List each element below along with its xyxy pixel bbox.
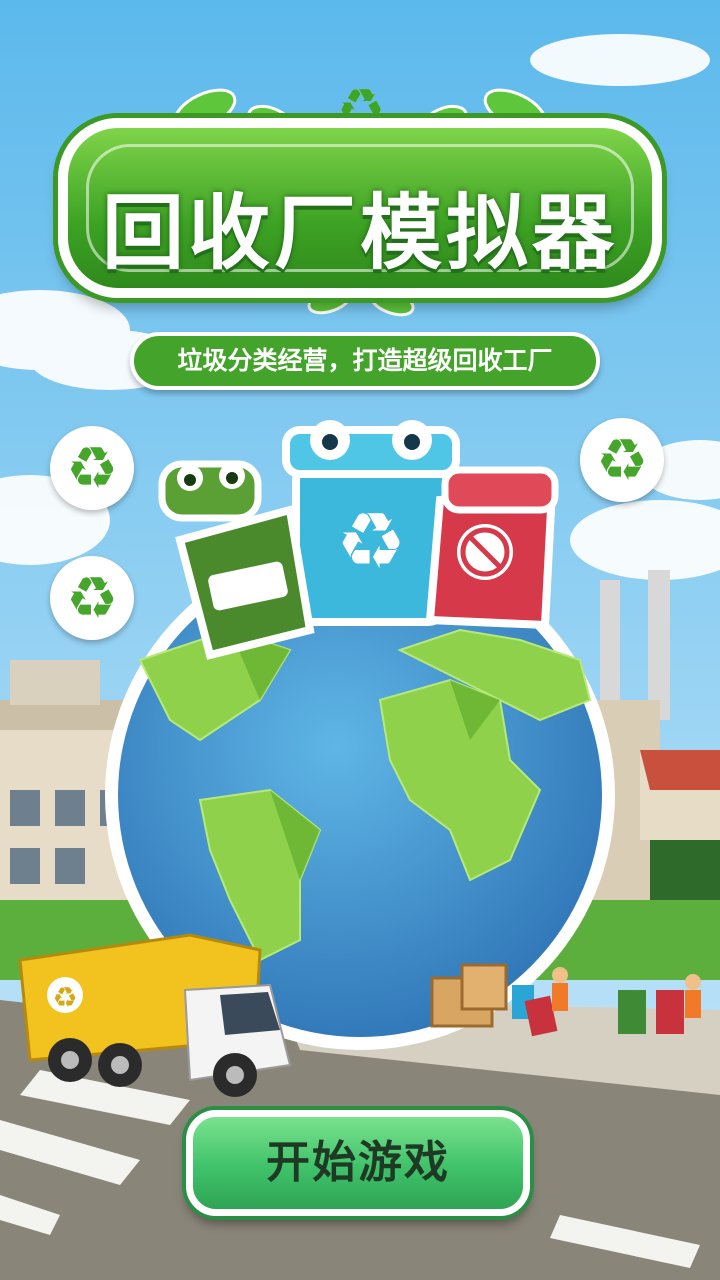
game-title-screen: ♻ ♻ ♻ 回收厂模拟器 垃圾分类经营，打造超级回收工厂 ♻ ♻ ♻ 开始游戏 [0, 0, 720, 1280]
recycle-badge-icon: ♻ [50, 426, 134, 510]
game-title: 回收厂模拟器 [101, 186, 618, 281]
svg-text:♻: ♻ [52, 981, 77, 1014]
game-subtitle: 垃圾分类经营，打造超级回收工厂 [130, 332, 600, 390]
svg-text:♻: ♻ [336, 497, 406, 587]
title-banner: 回收厂模拟器 [58, 118, 662, 298]
recycle-badge-icon: ♻ [50, 556, 134, 640]
red-hazard-bin [425, 466, 559, 630]
start-game-button[interactable]: 开始游戏 [186, 1110, 530, 1216]
recycle-badge-icon: ♻ [580, 418, 664, 502]
